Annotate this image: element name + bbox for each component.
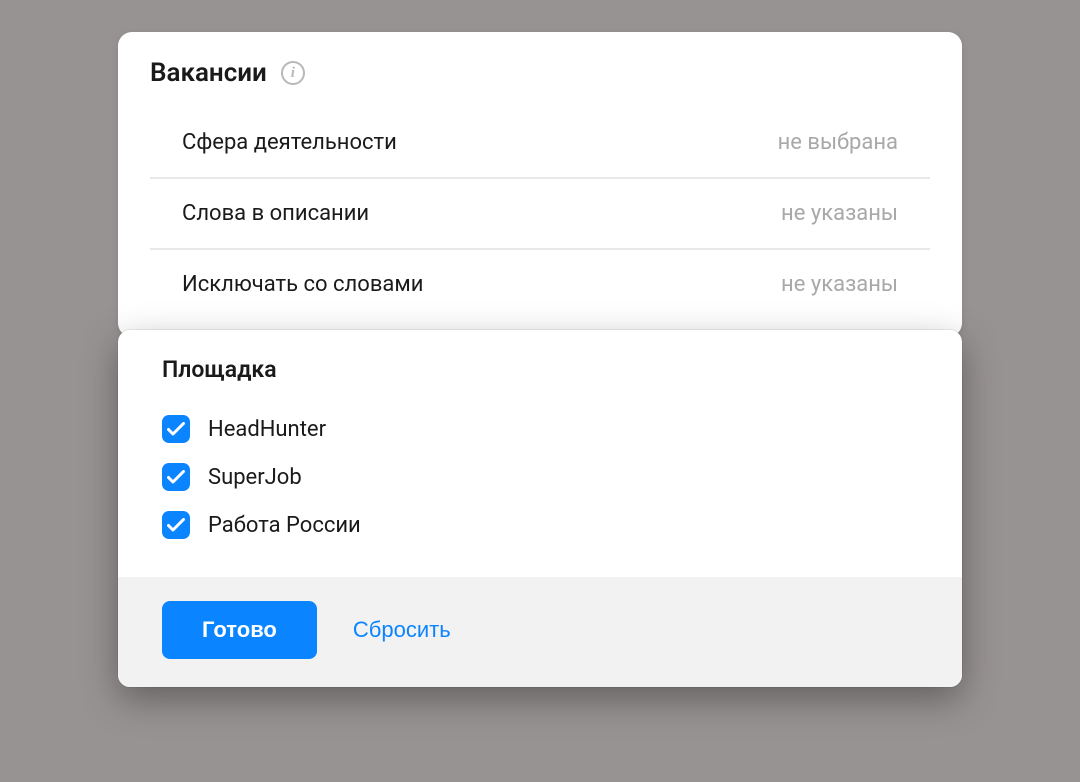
checkbox-checked-icon[interactable] [162,511,190,539]
row-label: Исключать со словами [182,272,423,297]
row-value: не выбрана [778,130,898,155]
option-superjob[interactable]: SuperJob [162,453,918,501]
checkbox-checked-icon[interactable] [162,463,190,491]
row-value: не указаны [781,201,898,226]
row-label: Сфера деятельности [182,130,397,155]
option-label: SuperJob [208,465,302,490]
platform-popover: Площадка HeadHunter SuperJob Работа Росс… [118,330,962,687]
card-header: Вакансии i [118,32,962,108]
info-icon[interactable]: i [281,61,305,85]
row-label: Слова в описании [182,201,369,226]
reset-button[interactable]: Сбросить [353,617,451,643]
popover-title: Площадка [162,356,918,383]
option-label: HeadHunter [208,417,326,442]
row-scope[interactable]: Сфера деятельности не выбрана [150,108,930,177]
submit-button[interactable]: Готово [162,601,317,659]
popover-footer: Готово Сбросить [118,577,962,687]
row-value: не указаны [781,272,898,297]
checkbox-checked-icon[interactable] [162,415,190,443]
card-title: Вакансии [150,58,267,88]
option-headhunter[interactable]: HeadHunter [162,405,918,453]
popover-body: Площадка HeadHunter SuperJob Работа Росс… [118,330,962,577]
row-exclude-words[interactable]: Исключать со словами не указаны [150,249,930,319]
option-rabota-rossii[interactable]: Работа России [162,501,918,549]
option-label: Работа России [208,513,361,538]
vacancies-card: Вакансии i Сфера деятельности не выбрана… [118,32,962,337]
card-rows: Сфера деятельности не выбрана Слова в оп… [118,108,962,337]
row-include-words[interactable]: Слова в описании не указаны [150,178,930,248]
